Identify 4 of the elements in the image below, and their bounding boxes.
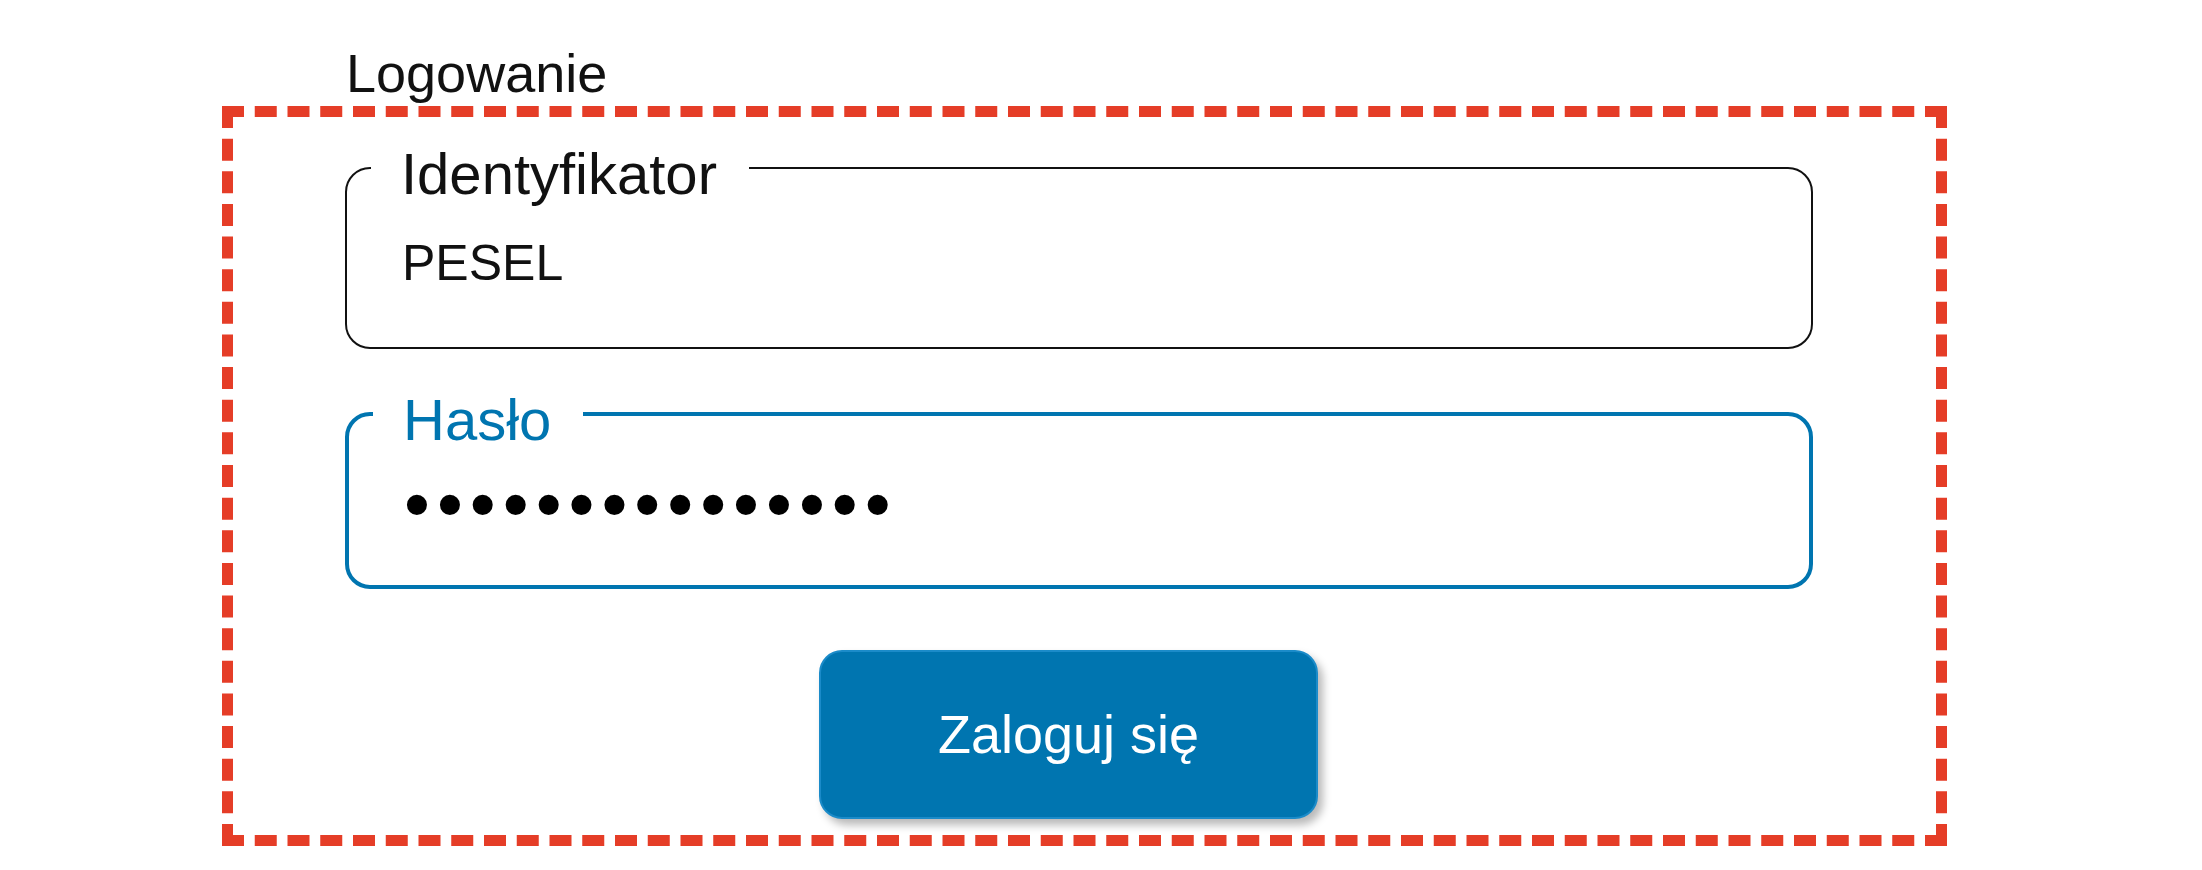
field-label: Identyfikator: [400, 140, 718, 207]
login-button[interactable]: Zaloguj się: [819, 650, 1318, 819]
form-title: Logowanie: [346, 44, 608, 104]
field-label: Hasło: [402, 386, 553, 452]
